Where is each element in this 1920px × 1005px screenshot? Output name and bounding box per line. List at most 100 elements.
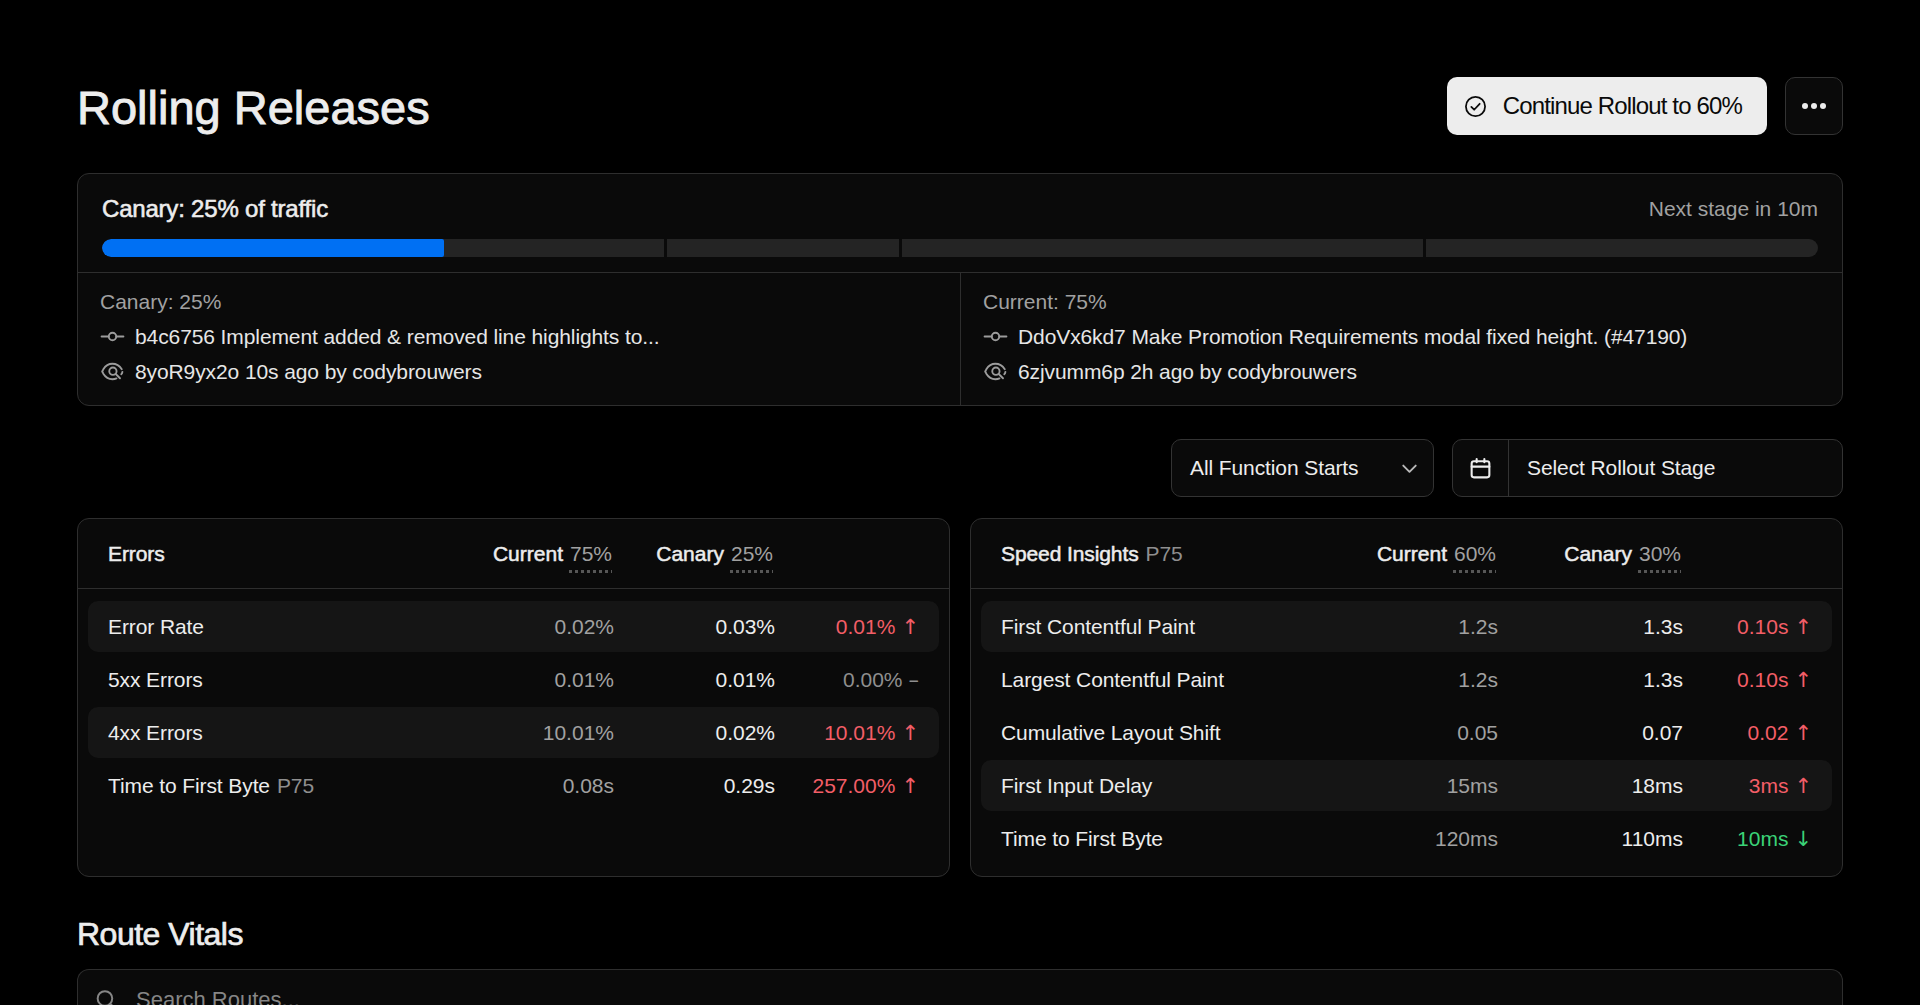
- row-label: Largest Contentful Paint: [1001, 668, 1328, 692]
- table-row-fcp[interactable]: First Contentful Paint 1.2s 1.3s 0.10s↑: [981, 601, 1832, 652]
- rollout-stage-select[interactable]: Select Rollout Stage: [1452, 439, 1843, 497]
- row-label: Time to First Byte: [1001, 827, 1328, 851]
- canary-commit-row[interactable]: b4c6756 Implement added & removed line h…: [100, 319, 938, 354]
- row-label: 4xx Errors: [108, 721, 444, 745]
- table-row-ttfb[interactable]: Time to First Byte 120ms 110ms 10ms↓: [981, 813, 1832, 864]
- table-row-ttfb[interactable]: Time to First ByteP75 0.08s 0.29s 257.00…: [88, 760, 939, 811]
- inspect-deployment-icon: [100, 359, 125, 384]
- value-canary: 0.02%: [614, 721, 775, 745]
- delta-value-text: 0.10s: [1737, 615, 1788, 638]
- delta-value-text: 0.10s: [1737, 668, 1788, 691]
- canary-percent-label: Canary: 25%: [100, 284, 938, 319]
- value-current: 0.05: [1328, 721, 1498, 745]
- delta-value-text: 10.01%: [824, 721, 895, 744]
- row-label: Time to First ByteP75: [108, 774, 444, 798]
- search-routes-input[interactable]: [134, 986, 1818, 1005]
- metric-tables: Errors Current 75% Canary 25% Error Rate 0…: [77, 518, 1843, 877]
- delta-value-text: 3ms: [1749, 774, 1789, 797]
- topbar-actions: Continue Rollout to 60%: [1447, 77, 1843, 135]
- column-percent[interactable]: 30%: [1639, 542, 1681, 565]
- value-canary: 0.29s: [614, 774, 775, 798]
- column-name: Current: [493, 542, 563, 565]
- canary-deployment-column: Canary: 25% b4c6756 Implement added & re…: [78, 273, 960, 405]
- column-name: Canary: [656, 542, 724, 565]
- value-current: 10.01%: [444, 721, 614, 745]
- table-row-cls[interactable]: Cumulative Layout Shift 0.05 0.07 0.02↑: [981, 707, 1832, 758]
- row-label-text: 5xx Errors: [108, 668, 203, 691]
- route-vitals-card: [77, 969, 1843, 1005]
- table-row-5xx-errors[interactable]: 5xx Errors 0.01% 0.01% 0.00%–: [88, 654, 939, 705]
- value-canary: 0.03%: [614, 615, 775, 639]
- table-title-text: Errors: [108, 542, 165, 565]
- table-row-lcp[interactable]: Largest Contentful Paint 1.2s 1.3s 0.10s…: [981, 654, 1832, 705]
- row-label-text: 4xx Errors: [108, 721, 203, 744]
- speed-insights-table-header: Speed InsightsP75 Current60% Canary30%: [971, 519, 1842, 589]
- current-commit-row[interactable]: DdoVx6kd7 Make Promotion Requirements mo…: [983, 319, 1820, 354]
- speed-insights-table-rows: First Contentful Paint 1.2s 1.3s 0.10s↑ …: [971, 589, 1842, 876]
- rollout-progress-bar: [102, 239, 1818, 257]
- value-canary: 0.01%: [614, 668, 775, 692]
- value-delta: 0.10s ↑: [1683, 615, 1812, 639]
- row-label-text: Time to First Byte: [1001, 827, 1163, 850]
- progress-stage-separator: [899, 239, 902, 257]
- current-deployment-row[interactable]: 6zjvumm6p 2h ago by codybrouwers: [983, 354, 1820, 389]
- canary-rollout-card: Canary: 25% of traffic Next stage in 10m…: [77, 173, 1843, 406]
- chevron-down-icon: [1398, 457, 1421, 480]
- arrow-up-icon: ↑: [1794, 615, 1812, 639]
- table-title-text: Speed Insights: [1001, 542, 1139, 565]
- check-circle-icon: [1463, 94, 1488, 119]
- no-change-dash-icon: –: [909, 668, 920, 692]
- calendar-icon: [1453, 440, 1509, 496]
- filters-row: All Function Starts Select Rollout Stage: [77, 439, 1843, 497]
- table-row-fid[interactable]: First Input Delay 15ms 18ms 3ms↑: [981, 760, 1832, 811]
- row-label-text: First Contentful Paint: [1001, 615, 1195, 638]
- row-label-text: First Input Delay: [1001, 774, 1152, 797]
- speed-insights-table-card: Speed InsightsP75 Current60% Canary30% F…: [970, 518, 1843, 877]
- column-percent[interactable]: 25%: [731, 542, 773, 565]
- value-current: 0.01%: [444, 668, 614, 692]
- row-label: Cumulative Layout Shift: [1001, 721, 1328, 745]
- topbar: Rolling Releases Continue Rollout to 60%: [77, 77, 1843, 135]
- canary-deployment-row[interactable]: 8yoR9yx2o 10s ago by codybrouwers: [100, 354, 938, 389]
- row-label: Error Rate: [108, 615, 444, 639]
- value-current: 0.02%: [444, 615, 614, 639]
- more-options-button[interactable]: [1785, 77, 1843, 135]
- current-commit-text: DdoVx6kd7 Make Promotion Requirements mo…: [1018, 319, 1687, 354]
- continue-rollout-button[interactable]: Continue Rollout to 60%: [1447, 77, 1767, 135]
- column-header-canary: Canary 25%: [612, 542, 773, 566]
- delta-value-text: 0.01%: [836, 615, 896, 638]
- row-label: 5xx Errors: [108, 668, 444, 692]
- column-header-current: Current 75%: [442, 542, 612, 566]
- continue-rollout-label: Continue Rollout to 60%: [1503, 92, 1742, 120]
- function-starts-select[interactable]: All Function Starts: [1171, 439, 1434, 497]
- progress-stage-separator: [1423, 239, 1426, 257]
- table-row-4xx-errors[interactable]: 4xx Errors 10.01% 0.02% 10.01% ↑: [88, 707, 939, 758]
- arrow-up-icon: ↑: [1794, 668, 1812, 692]
- row-label: First Input Delay: [1001, 774, 1328, 798]
- rollout-progress-fill: [102, 239, 444, 257]
- rollout-deployments: Canary: 25% b4c6756 Implement added & re…: [78, 272, 1842, 405]
- column-percent[interactable]: 60%: [1454, 542, 1496, 565]
- page-title: Rolling Releases: [77, 79, 430, 137]
- column-percent[interactable]: 75%: [570, 542, 612, 565]
- value-current: 120ms: [1328, 827, 1498, 851]
- value-current: 15ms: [1328, 774, 1498, 798]
- arrow-down-icon: ↓: [1794, 827, 1812, 851]
- row-label-text: Time to First Byte: [108, 774, 270, 797]
- delta-value-text: 257.00%: [812, 774, 895, 797]
- row-label-text: Cumulative Layout Shift: [1001, 721, 1220, 744]
- row-label-text: Largest Contentful Paint: [1001, 668, 1224, 691]
- progress-stage-separator: [664, 239, 667, 257]
- value-delta: 0.10s ↑: [1683, 668, 1812, 692]
- value-delta: 0.01%↑: [775, 615, 919, 639]
- value-delta: 10.01% ↑: [775, 721, 919, 745]
- current-deployment-text: 6zjvumm6p 2h ago by codybrouwers: [1018, 354, 1357, 389]
- arrow-up-icon: ↑: [901, 721, 919, 745]
- value-delta: 3ms↑: [1683, 774, 1812, 798]
- ellipsis-icon: [1802, 103, 1808, 109]
- table-row-error-rate[interactable]: Error Rate 0.02% 0.03% 0.01%↑: [88, 601, 939, 652]
- row-label-text: Error Rate: [108, 615, 204, 638]
- canary-traffic-title: Canary: 25% of traffic: [102, 194, 328, 224]
- value-current: 1.2s: [1328, 668, 1498, 692]
- column-header-canary: Canary30%: [1496, 542, 1681, 566]
